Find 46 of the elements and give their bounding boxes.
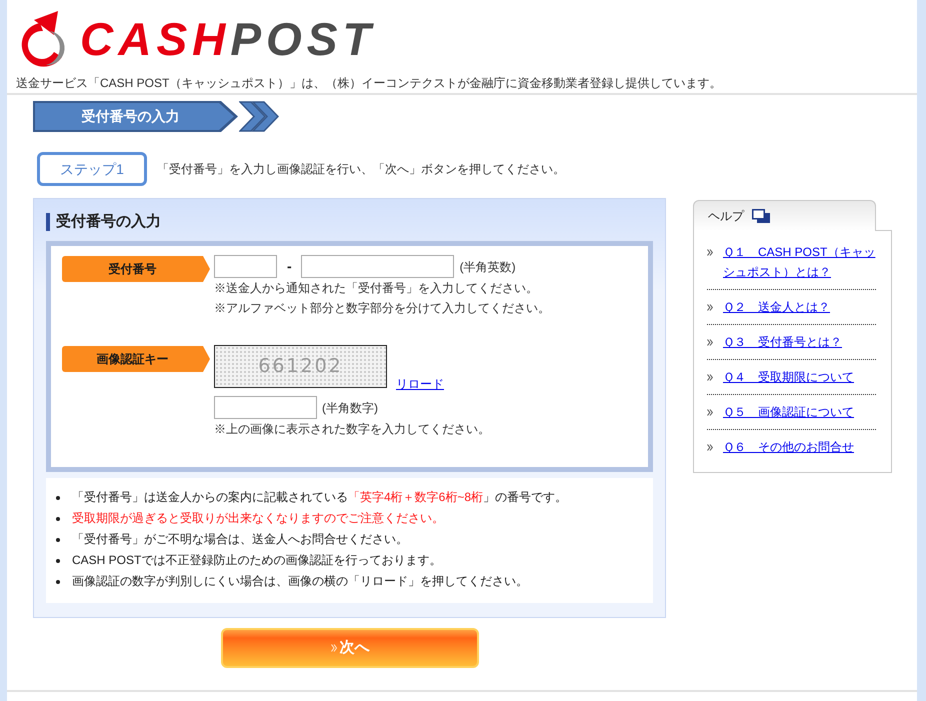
input-field[interactable] bbox=[300, 255, 454, 278]
help-link[interactable]: Ｑ４ 受取期限について bbox=[723, 367, 876, 387]
help-link[interactable]: Ｑ６ その他のお問合せ bbox=[723, 437, 876, 457]
bullet-icon bbox=[56, 516, 60, 520]
input-field[interactable] bbox=[214, 396, 317, 419]
chevron-icon bbox=[707, 249, 713, 256]
note-text: 画像認証の数字が判別しにくい場合は、画像の横の「リロード」を押してください。 bbox=[72, 573, 528, 590]
help-title: ヘルプ bbox=[708, 208, 744, 225]
chevron-icon bbox=[707, 304, 713, 311]
field-note: ※アルファベット部分と数字部分を分けて入力してください。 bbox=[214, 300, 550, 317]
field-label: 受付番号 bbox=[62, 256, 210, 282]
tagline: 送金サービス「CASH POST（キャッシュポスト）」は、（株）イーコンテクストが金融庁に資金移動業者登録し提供しています。 bbox=[16, 76, 722, 90]
chevron-icon bbox=[707, 444, 713, 451]
step-instruction: 「受付番号」を入力し画像認証を行い、「次へ」ボタンを押してください。 bbox=[157, 161, 565, 178]
chevron-icon bbox=[707, 409, 713, 416]
chevrons-icon bbox=[239, 101, 279, 132]
help-link[interactable]: Ｑ２ 送金人とは？ bbox=[723, 297, 876, 317]
note-text: CASH POSTでは不正登録防止のための画像認証を行っております。 bbox=[72, 552, 442, 569]
hint-text: (半角英数) bbox=[460, 258, 516, 276]
chevron-icon bbox=[707, 339, 713, 346]
field-note: ※送金人から通知された「受付番号」を入力してください。 bbox=[214, 280, 539, 297]
accent-bar bbox=[46, 213, 50, 231]
panel-heading: 受付番号の入力 bbox=[56, 213, 161, 231]
field-note: ※上の画像に表示された数字を入力してください。 bbox=[214, 421, 490, 438]
input-field[interactable] bbox=[214, 255, 277, 278]
step-badge: ステップ1 bbox=[37, 152, 147, 186]
windows-icon bbox=[752, 209, 770, 223]
reload-link[interactable]: リロード bbox=[396, 377, 444, 391]
note-text: 「受付番号」がご不明な場合は、送金人へお問合せください。 bbox=[72, 531, 408, 548]
separator-text: - bbox=[287, 257, 292, 276]
field-label: 画像認証キー bbox=[62, 346, 210, 372]
help-link[interactable]: Ｑ５ 画像認証について bbox=[723, 402, 876, 422]
note-text: 受取期限が過ぎると受取りが出来なくなりますのでご注意ください。 bbox=[72, 510, 444, 527]
logo-wordmark: CASHPOST bbox=[80, 16, 376, 62]
help-link[interactable]: Ｑ１ CASH POST（キャッシュポスト）とは？ bbox=[723, 242, 876, 282]
bullet-icon bbox=[56, 538, 60, 542]
help-link[interactable]: Ｑ３ 受付番号とは？ bbox=[723, 332, 876, 352]
step-banner: 受付番号の入力 bbox=[33, 101, 238, 132]
note-text: 「受付番号」は送金人からの案内に記載されている「英字4桁＋数字6桁~8桁」の番号です。 bbox=[72, 489, 568, 506]
captcha-text: 661202 bbox=[258, 357, 343, 376]
chevron-icon bbox=[707, 374, 713, 381]
bullet-icon bbox=[56, 558, 60, 562]
bullet-icon bbox=[56, 496, 60, 500]
chevron-icon bbox=[330, 644, 336, 652]
hint-text: (半角数字) bbox=[322, 400, 378, 416]
bullet-icon bbox=[56, 580, 60, 584]
